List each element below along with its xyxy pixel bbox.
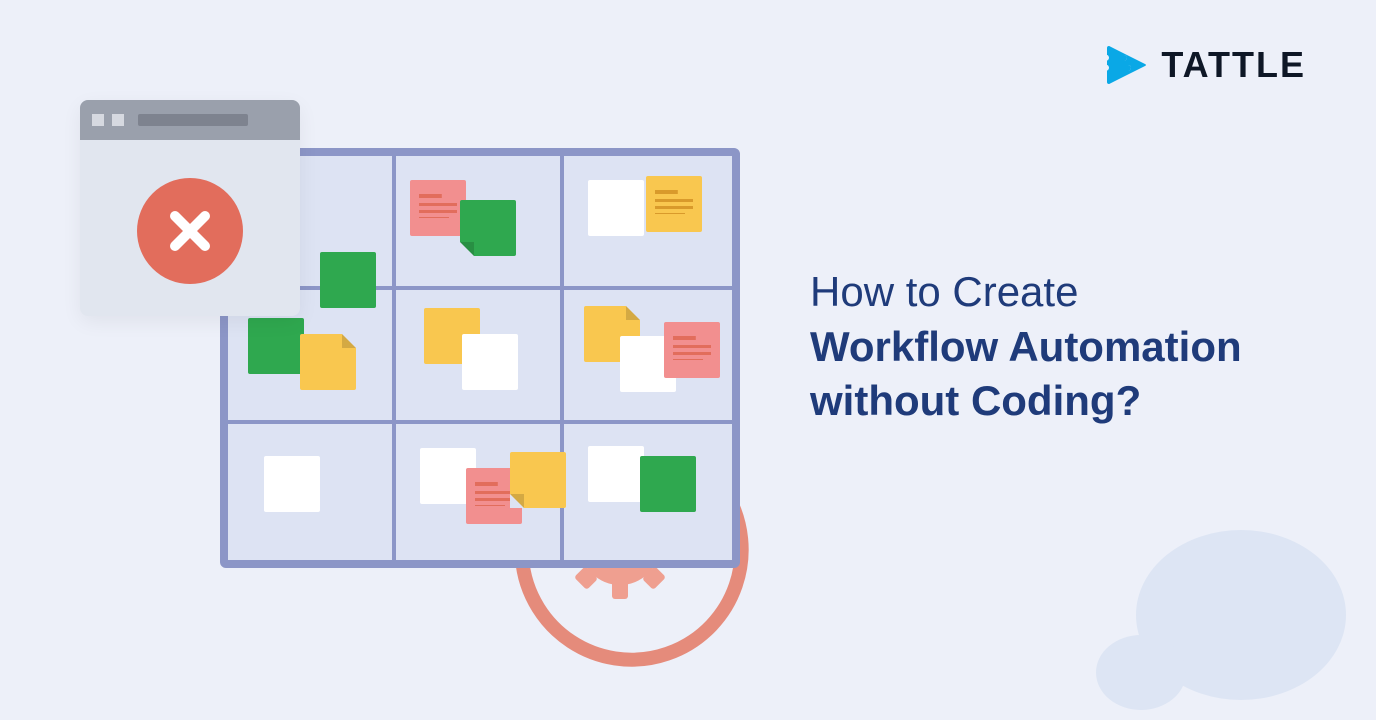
page-headline: How to Create Workflow Automation withou… [810,265,1330,429]
window-control-icon [92,114,104,126]
titlebar-line [138,114,248,126]
error-dialog [80,100,300,316]
dialog-titlebar [80,100,300,140]
grid-line [228,420,732,424]
sticky-note [300,334,356,390]
sticky-note [320,252,376,308]
sticky-note [664,322,720,378]
play-stripes-icon [1103,42,1149,88]
close-x-icon [137,178,243,284]
sticky-note [410,180,466,236]
brand-logo: TATTLE [1103,42,1306,88]
sticky-note [646,176,702,232]
sticky-note [462,334,518,390]
grid-line [392,156,396,560]
window-control-icon [112,114,124,126]
sticky-note [640,456,696,512]
headline-line-1: How to Create [810,265,1330,320]
brand-name: TATTLE [1161,44,1306,86]
sticky-note [510,452,566,508]
hero-illustration [80,100,720,640]
headline-line-3: without Coding? [810,374,1330,429]
decorative-bubble-small [1096,635,1186,710]
headline-line-2: Workflow Automation [810,320,1330,375]
grid-line [228,286,732,290]
sticky-note [588,180,644,236]
sticky-note [248,318,304,374]
sticky-note [264,456,320,512]
sticky-note [460,200,516,256]
sticky-note [588,446,644,502]
